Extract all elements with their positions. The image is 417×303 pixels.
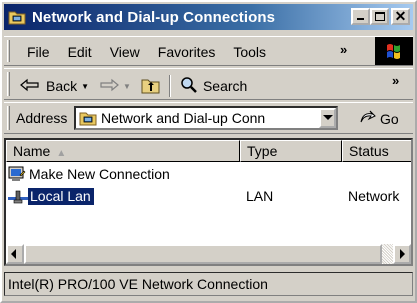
status-text: Intel(R) PRO/100 VE Network Connection [4, 272, 413, 296]
lan-connection-icon [8, 189, 28, 208]
list-header: Name ▲ Type Status [6, 140, 411, 162]
menu-overflow-chevron-icon[interactable]: » [340, 42, 347, 57]
go-label: Go [380, 110, 399, 127]
column-type-label: Type [247, 143, 278, 159]
search-icon [179, 76, 199, 97]
toolbar-separator [168, 75, 171, 97]
maximize-button[interactable] [370, 8, 389, 25]
search-label: Search [202, 78, 248, 94]
menu-view[interactable]: View [101, 43, 149, 61]
toolbar-grip[interactable] [7, 72, 10, 96]
maximize-icon [375, 12, 385, 21]
column-status-label: Status [349, 143, 389, 159]
close-icon: ✕ [394, 8, 407, 24]
menubar-grip[interactable] [7, 40, 10, 62]
forward-arrow-icon [99, 78, 119, 95]
scroll-thumb[interactable] [24, 244, 382, 264]
scroll-right-button[interactable] [393, 244, 411, 264]
list-item-make-new-connection[interactable]: Make New Connection [6, 164, 411, 186]
row-type: LAN [246, 188, 274, 204]
chevron-down-icon [323, 115, 333, 120]
addressbar-grip[interactable] [7, 106, 10, 130]
address-value: Network and Dial-up Conn [101, 110, 266, 126]
windows-logo-icon [375, 37, 413, 65]
make-new-connection-icon [8, 166, 26, 186]
title-bar[interactable]: Network and Dial-up Connections ✕ [4, 4, 413, 30]
arrow-right-icon [400, 249, 405, 259]
address-dropdown-button[interactable] [319, 108, 336, 128]
menu-bar: File Edit View Favorites Tools » [4, 36, 413, 66]
go-button[interactable]: Go [359, 109, 399, 128]
up-button[interactable] [141, 76, 161, 97]
column-header-name[interactable]: Name ▲ [6, 140, 240, 162]
network-folder-icon [8, 9, 26, 25]
column-name-label: Name [13, 143, 51, 159]
explorer-window: Network and Dial-up Connections ✕ File E… [0, 0, 417, 303]
address-bar: Address Network and Dial-up Conn Go [4, 102, 413, 134]
menu-favorites[interactable]: Favorites [149, 43, 225, 61]
network-folder-icon [79, 110, 97, 126]
go-arrow-icon [359, 109, 377, 128]
minimize-button[interactable] [351, 8, 370, 25]
connections-list[interactable]: Name ▲ Type Status Make New Connection Lo… [4, 138, 413, 266]
toolbar-overflow-chevron-icon[interactable]: » [392, 73, 399, 88]
menu-edit[interactable]: Edit [59, 43, 101, 61]
back-dropdown-icon[interactable]: ▼ [81, 82, 89, 91]
column-header-type[interactable]: Type [240, 140, 342, 162]
standard-toolbar: Back ▼ ▼ Search » [4, 68, 413, 100]
forward-button[interactable]: ▼ [99, 78, 131, 95]
row-name: Local Lan [28, 188, 94, 205]
search-button[interactable]: Search [179, 76, 247, 97]
row-name: Make New Connection [29, 166, 170, 182]
minimize-icon [357, 18, 364, 20]
address-input[interactable]: Network and Dial-up Conn [74, 106, 338, 130]
column-header-status[interactable]: Status [342, 140, 411, 162]
sort-ascending-icon: ▲ [56, 148, 67, 159]
back-button[interactable]: Back ▼ [20, 78, 89, 95]
menu-file[interactable]: File [18, 43, 59, 61]
menu-tools[interactable]: Tools [224, 43, 275, 61]
close-button[interactable]: ✕ [391, 8, 410, 25]
scroll-left-button[interactable] [6, 244, 24, 264]
window-title: Network and Dial-up Connections [32, 8, 276, 26]
back-label: Back [46, 78, 78, 94]
horizontal-scrollbar[interactable] [6, 244, 411, 264]
back-arrow-icon [20, 78, 40, 95]
address-label: Address [16, 110, 68, 126]
arrow-left-icon [11, 249, 16, 259]
row-status: Network [348, 188, 400, 204]
up-folder-icon [141, 76, 161, 97]
list-item-local-lan[interactable]: Local Lan LAN Network [6, 186, 411, 208]
status-bar: Intel(R) PRO/100 VE Network Connection [4, 270, 413, 298]
forward-dropdown-icon[interactable]: ▼ [123, 82, 131, 91]
